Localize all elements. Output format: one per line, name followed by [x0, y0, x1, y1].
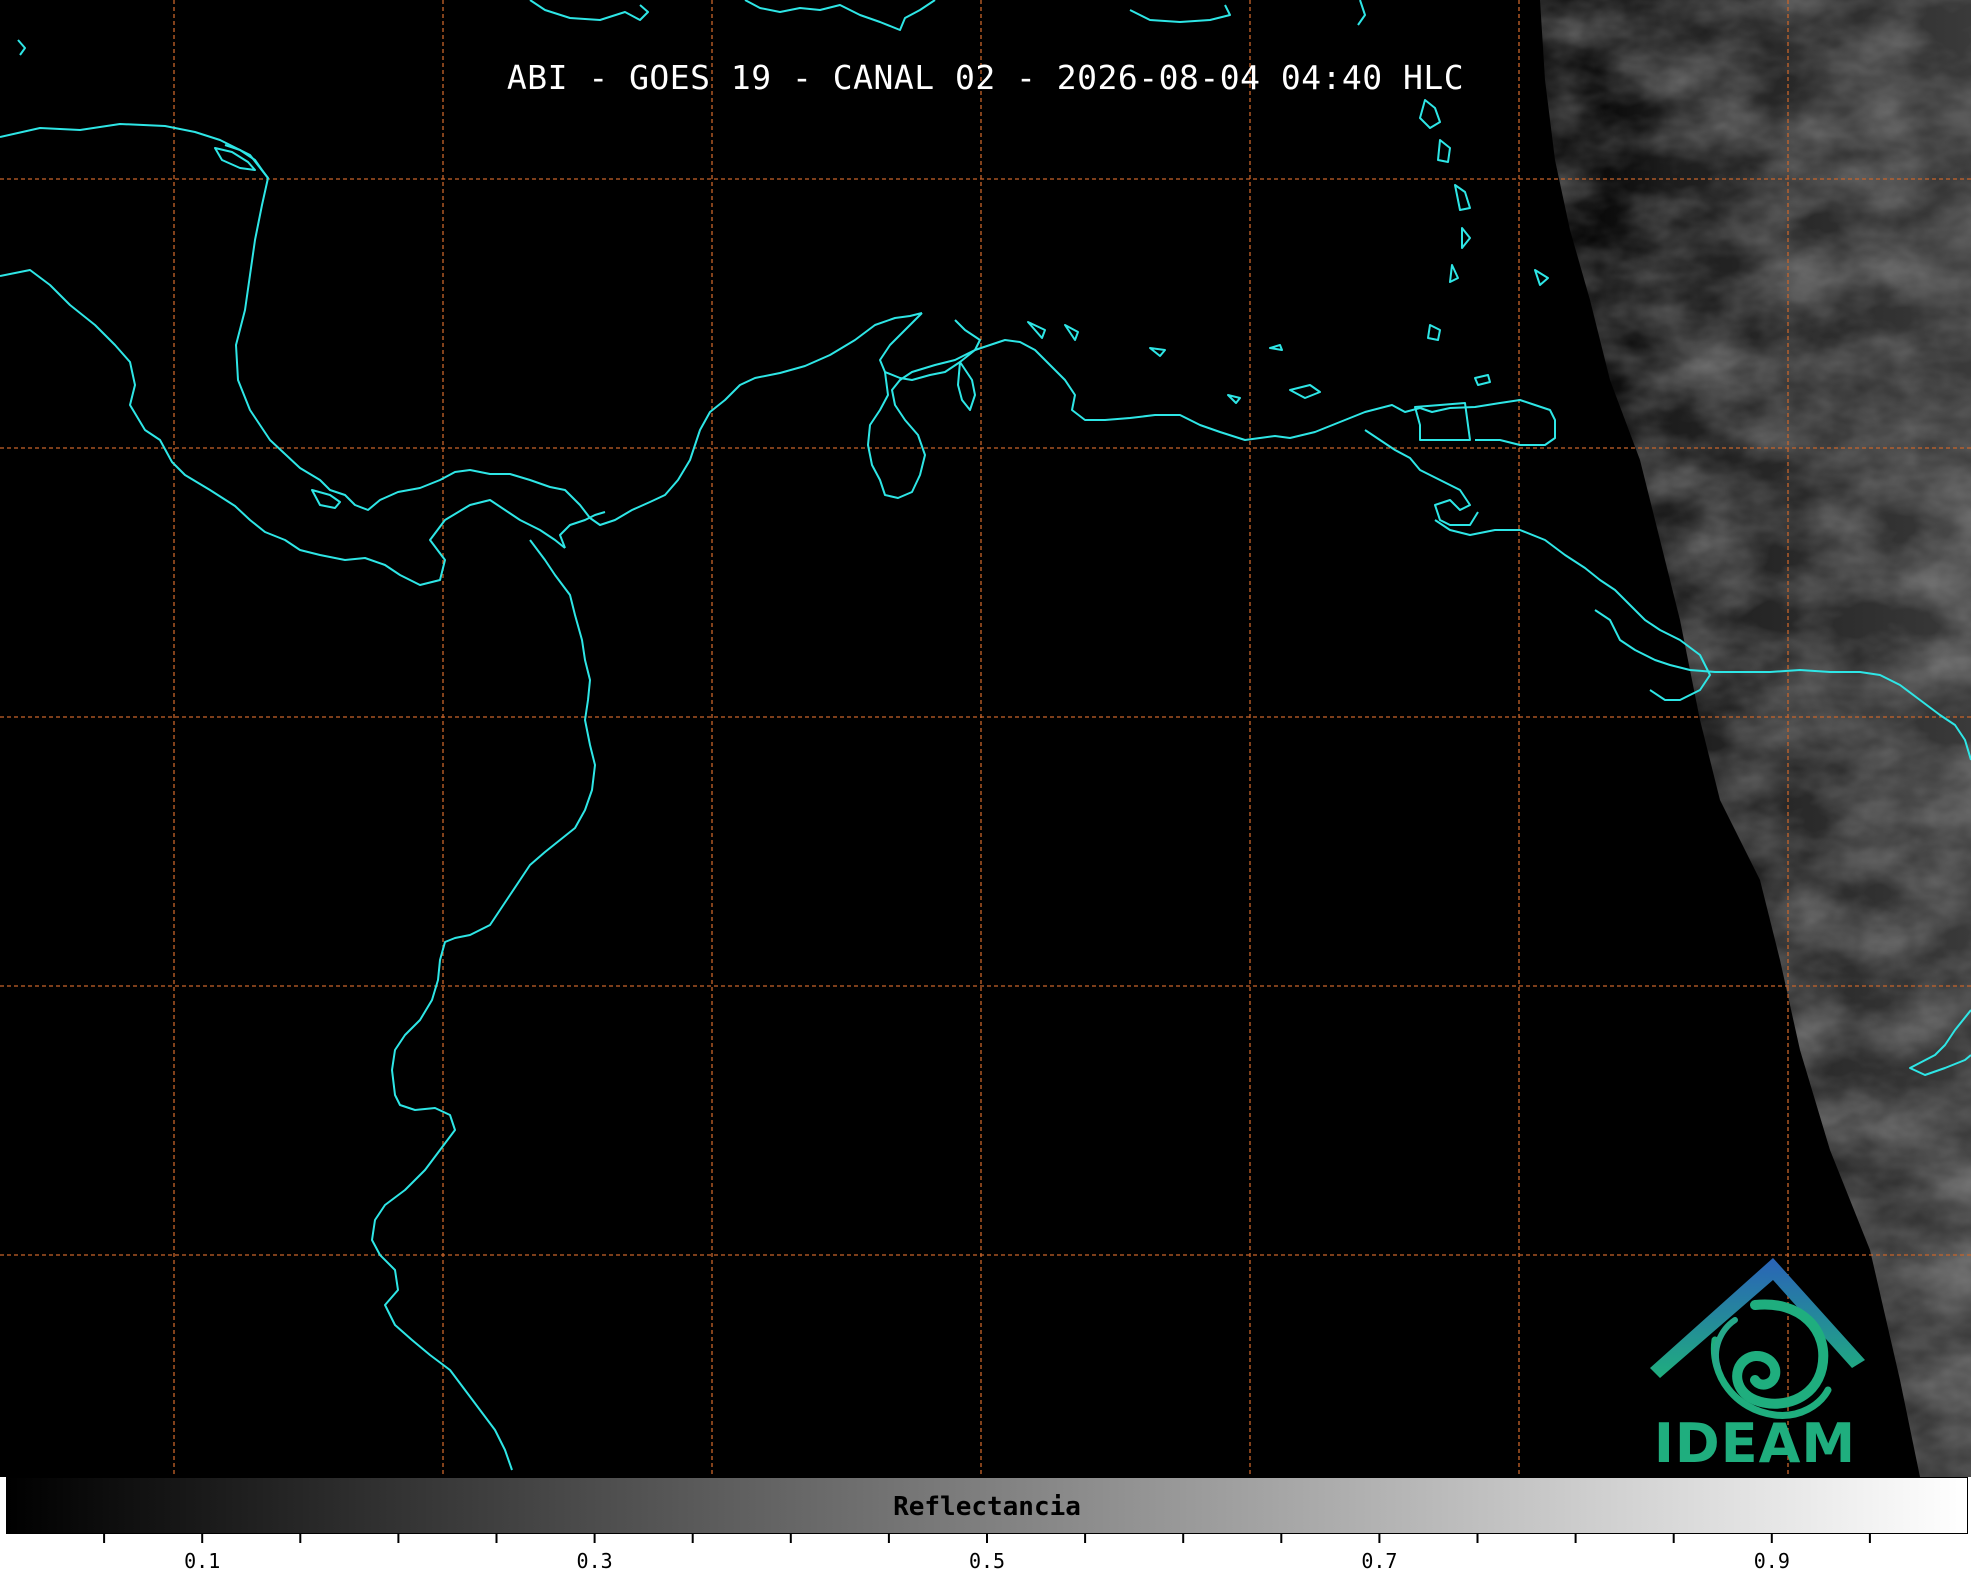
- island: [1449, 264, 1459, 283]
- coastline-hispaniola: [744, 0, 936, 31]
- island: [1534, 269, 1549, 286]
- island: [1269, 344, 1283, 351]
- island: [1437, 139, 1451, 163]
- coastline-central-america: [0, 123, 923, 526]
- island: [1064, 324, 1079, 341]
- island: [1149, 347, 1166, 357]
- ideam-logo-text: IDEAM: [1653, 1412, 1857, 1475]
- colorbar-ticks: 0.1 0.3 0.5 0.7 0.9: [103, 1534, 1871, 1573]
- colorbar-label: Reflectancia: [893, 1492, 1081, 1522]
- colorbar-tick-label: 0.7: [1361, 1549, 1397, 1573]
- island: [1227, 394, 1241, 404]
- island: [214, 147, 256, 171]
- coastline-panama: [559, 511, 606, 549]
- island: [1027, 321, 1046, 339]
- coastline-colombia-pacific: [371, 539, 596, 1471]
- island: [17, 39, 26, 56]
- colorbar-tick-label: 0.5: [969, 1549, 1005, 1573]
- coastline-orinoco: [1364, 429, 1479, 526]
- lake-maracaibo: [957, 361, 976, 411]
- coastline-pacific-central: [0, 269, 566, 586]
- island: [1454, 184, 1471, 211]
- coastline-cuba: [529, 0, 649, 21]
- colorbar-tick-label: 0.3: [577, 1549, 613, 1573]
- island: [1427, 324, 1441, 341]
- island: [1474, 374, 1491, 386]
- colorbar-tick-label: 0.1: [184, 1549, 220, 1573]
- map-title: ABI - GOES 19 - CANAL 02 - 2026-08-04 04…: [506, 58, 1465, 97]
- colorbar-tick-label: 0.9: [1754, 1549, 1790, 1573]
- coastline-puerto-rico: [1129, 4, 1231, 23]
- coastline-lesser-antilles: [1357, 0, 1366, 26]
- island: [1461, 227, 1471, 249]
- island: [1419, 99, 1441, 129]
- island: [1289, 384, 1321, 399]
